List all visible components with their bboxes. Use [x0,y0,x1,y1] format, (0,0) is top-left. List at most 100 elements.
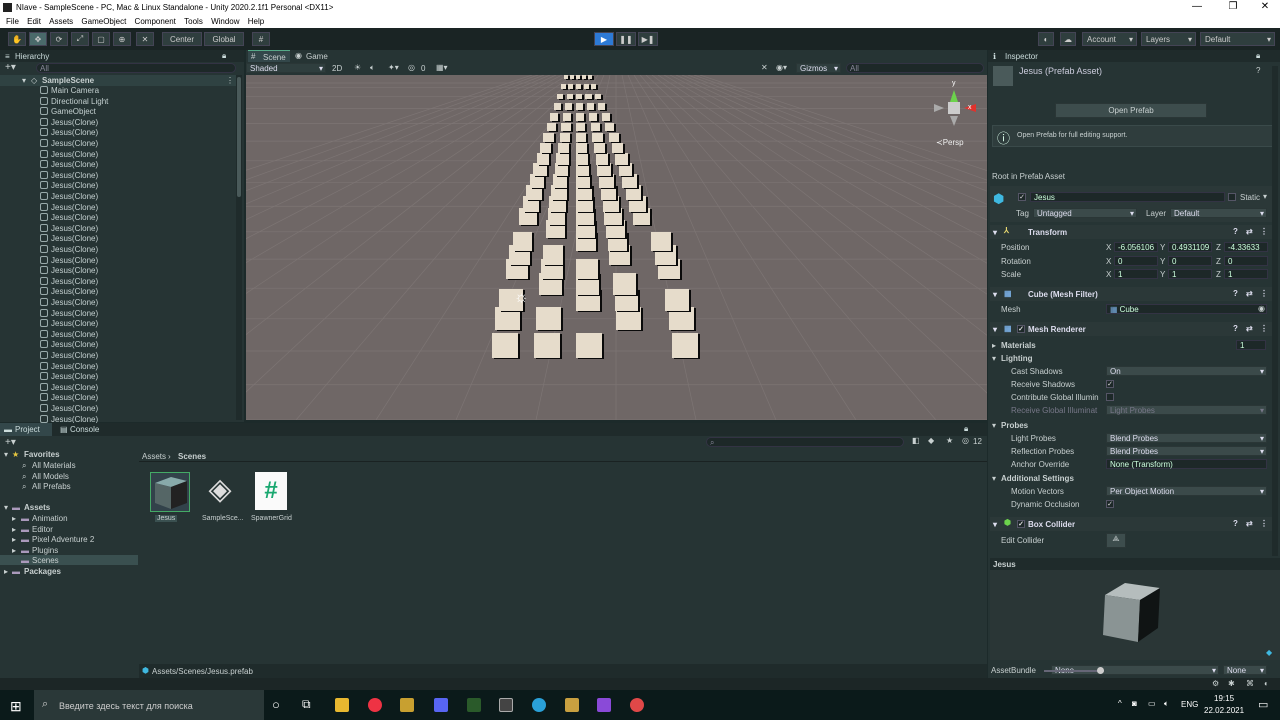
mesh-renderer-menu-icon[interactable]: ⋮ [1260,324,1268,333]
position-x-axis-label[interactable]: X [1106,243,1111,252]
tray-app-icon[interactable]: ◙ [1132,699,1137,708]
hierarchy-item[interactable]: Jesus(Clone) [0,382,236,394]
hierarchy-item[interactable]: Jesus(Clone) [0,170,236,182]
transform-fold-icon[interactable]: ▾ [993,228,997,237]
materials-fold-icon[interactable]: ▸ [992,341,996,350]
cube-instance[interactable] [529,174,545,188]
lighting-toggle-icon[interactable]: ☀ [354,63,361,72]
hierarchy-item[interactable]: Jesus(Clone) [0,361,236,373]
transform-preset-icon[interactable]: ⇄ [1246,227,1253,236]
visual-studio-icon[interactable] [597,698,611,712]
menu-component[interactable]: Component [135,17,176,26]
collab-icon[interactable]: ◐ [1038,32,1054,46]
favorite-item[interactable]: All Materials [32,461,76,470]
menu-assets[interactable]: Assets [49,17,73,26]
hierarchy-item[interactable]: Jesus(Clone) [0,340,236,351]
mesh-filter-help-icon[interactable]: ? [1233,289,1238,298]
cube-instance[interactable] [576,75,580,79]
cube-instance[interactable] [566,93,573,100]
hierarchy-item[interactable]: Jesus(Clone) [0,266,236,277]
mesh-renderer-preset-icon[interactable]: ⇄ [1246,324,1253,333]
camera-icon[interactable]: ◉▾ [776,63,787,72]
hierarchy-item[interactable]: Jesus(Clone) [0,128,236,139]
menu-edit[interactable]: Edit [27,17,41,26]
cube-instance[interactable] [560,84,566,90]
box-collider-fold-icon[interactable]: ▾ [993,520,997,529]
breadcrumb-assets[interactable]: Assets [142,452,166,461]
cube-instance[interactable] [651,232,672,251]
add-icon[interactable]: +▾ [5,62,16,73]
contribute-gi-checkbox[interactable] [1106,393,1114,401]
windows-start-icon[interactable]: ⊞ [10,698,22,715]
preview-tag-icon[interactable]: ◆ [1266,648,1272,657]
cube-instance[interactable] [556,152,569,165]
additional-fold-icon[interactable]: ▾ [992,474,996,483]
hierarchy-item[interactable]: Jesus(Clone) [0,149,236,161]
rotation-z-axis-label[interactable]: Z [1216,257,1221,266]
cube-instance[interactable] [576,132,587,143]
cloud-icon[interactable]: ☁ [1060,32,1076,46]
mesh-filter-header[interactable]: ▾ ▦ Cube (Mesh Filter) ? ⇄ ⋮ [990,287,1275,301]
shading-dropdown[interactable]: Shaded [246,63,326,73]
folder-fold-icon[interactable]: ▸ [12,546,16,555]
hand-tool-icon[interactable]: ✋ [8,32,26,46]
cube-instance[interactable] [576,103,584,110]
cube-instance[interactable] [553,103,561,110]
hidden-objects-icon[interactable]: ◎ [408,63,415,72]
mesh-filter-preset-icon[interactable]: ⇄ [1246,289,1253,298]
cube-instance[interactable] [570,75,574,79]
box-collider-enabled-checkbox[interactable]: ✓ [1017,520,1025,528]
hierarchy-item[interactable]: Jesus(Clone) [0,329,236,341]
pause-button[interactable]: ❚❚ [616,32,636,46]
scale-x-axis-label[interactable]: X [1106,270,1111,279]
auto-gen-icon[interactable]: ⚙ [1212,679,1219,688]
play-button[interactable]: ▶ [594,32,614,46]
menu-file[interactable]: File [6,17,19,26]
cube-instance[interactable] [540,142,552,154]
hidden-packages-icon[interactable]: ◎ [962,436,969,445]
cube-instance[interactable] [615,152,628,165]
favorite-icon[interactable]: ★ [946,436,953,445]
mesh-renderer-fold-icon[interactable]: ▾ [993,325,997,334]
assets-fold-icon[interactable]: ▾ [4,503,8,512]
dynamic-checkbox[interactable]: ✓ [1106,500,1114,508]
cube-instance[interactable] [601,112,610,121]
assets-label[interactable]: Assets [24,503,50,512]
notification-icon[interactable]: ▭ [1258,698,1268,711]
rotation-z-field[interactable]: 0 [1224,255,1268,266]
menu-tools[interactable]: Tools [184,17,203,26]
pivot-global-button[interactable]: Global [204,32,244,46]
move-tool-icon[interactable]: ✥ [29,32,47,46]
hierarchy-tab[interactable]: Hierarchy [15,52,49,61]
cube-instance[interactable] [546,122,557,132]
hierarchy-item[interactable]: Jesus(Clone) [0,223,236,235]
box-collider-menu-icon[interactable]: ⋮ [1260,519,1268,528]
tag-dropdown[interactable]: Untagged [1033,208,1137,218]
folder-fold-icon[interactable]: ▸ [12,535,16,544]
folder-fold-icon[interactable]: ▸ [12,525,16,534]
cube-instance[interactable] [576,112,585,121]
position-y-field[interactable]: 0.4931109 [1168,242,1212,252]
mesh-filter-menu-icon[interactable]: ⋮ [1260,289,1268,298]
cube-instance[interactable] [576,174,591,188]
light-gizmo-icon[interactable]: ☼ [514,289,529,307]
cube-instance[interactable] [554,163,568,177]
preview-area[interactable]: ◆ [990,570,1280,660]
layout-dropdown[interactable]: Default ▾ [1200,32,1275,46]
discord-icon[interactable] [434,698,448,712]
project-lock-icon[interactable]: 🔒︎ [964,424,968,434]
hierarchy-scrollbar[interactable] [236,75,242,420]
custom-tool-icon[interactable]: ✕ [136,32,154,46]
asset-tile-jesus[interactable] [150,472,190,512]
cube-instance[interactable] [535,306,561,331]
cube-instance[interactable] [576,122,586,132]
cube-instance[interactable] [568,84,574,90]
app-icon-b[interactable] [565,698,579,712]
transform-help-icon[interactable]: ? [1233,227,1238,236]
cube-instance[interactable] [563,112,572,121]
transform-menu-icon[interactable]: ⋮ [1260,227,1268,236]
position-z-axis-label[interactable]: Z [1216,243,1221,252]
cube-instance[interactable] [561,122,571,132]
static-checkbox[interactable] [1228,193,1236,201]
hierarchy-item[interactable]: Jesus(Clone) [0,319,236,330]
